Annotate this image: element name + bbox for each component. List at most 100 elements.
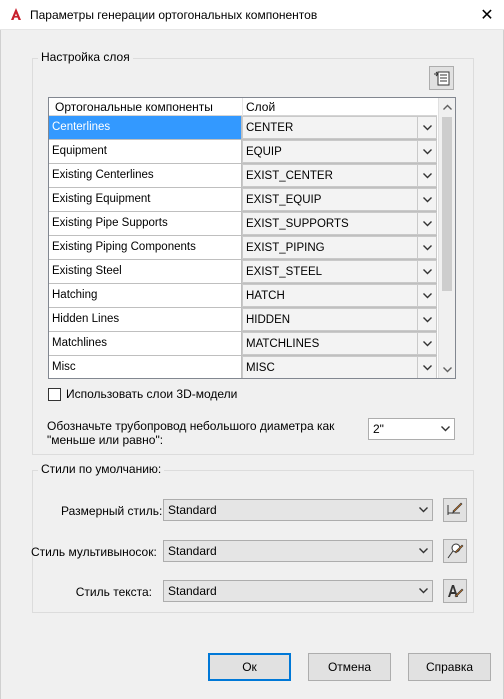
small-pipe-label-line1: Обозначьте трубопровод небольшого диамет…	[47, 419, 335, 433]
layer-value[interactable]: HIDDEN	[242, 308, 418, 331]
scroll-down-button[interactable]	[439, 361, 455, 378]
layer-select-cell[interactable]: EQUIP	[242, 140, 437, 164]
layer-dropdown-button[interactable]	[418, 188, 437, 211]
layer-dropdown-button[interactable]	[418, 356, 437, 378]
layer-dropdown-button[interactable]	[418, 308, 437, 331]
dialog-body: Настройка слоя Ортогональные компоненты …	[0, 30, 504, 699]
dimension-style-icon	[447, 502, 463, 515]
scroll-up-button[interactable]	[439, 98, 455, 115]
table-row[interactable]: Hatching HATCH	[49, 284, 437, 308]
component-name-cell[interactable]: Existing Piping Components	[49, 236, 242, 260]
component-name-cell[interactable]: Existing Equipment	[49, 188, 242, 212]
layer-select-cell[interactable]: MISC	[242, 356, 437, 378]
layer-dropdown-button[interactable]	[418, 164, 437, 187]
table-row[interactable]: Existing Equipment EXIST_EQUIP	[49, 188, 437, 212]
layer-select-cell[interactable]: EXIST_EQUIP	[242, 188, 437, 212]
help-button[interactable]: Справка	[408, 653, 491, 681]
layer-value[interactable]: MISC	[242, 356, 418, 378]
layer-dropdown-button[interactable]	[418, 236, 437, 259]
layer-select-cell[interactable]: EXIST_STEEL	[242, 260, 437, 284]
layer-value[interactable]: EXIST_SUPPORTS	[242, 212, 418, 235]
table-row[interactable]: Hidden Lines HIDDEN	[49, 308, 437, 332]
component-name-cell[interactable]: Equipment	[49, 140, 242, 164]
table-row[interactable]: Equipment EQUIP	[49, 140, 437, 164]
small-pipe-size-select[interactable]: 2"	[368, 418, 455, 440]
grid-scrollbar[interactable]	[438, 98, 455, 378]
dropdown-arrow	[414, 581, 432, 601]
table-row[interactable]: Matchlines MATCHLINES	[49, 332, 437, 356]
small-pipe-label-line2: "меньше или равно":	[47, 433, 164, 447]
table-row[interactable]: Centerlines CENTER	[49, 116, 437, 140]
layer-table-button[interactable]	[429, 66, 454, 90]
chevron-down-icon	[422, 148, 432, 154]
component-name-cell[interactable]: Existing Pipe Supports	[49, 212, 242, 236]
chevron-down-icon	[422, 244, 432, 250]
window-title: Параметры генерации ортогональных компон…	[30, 8, 318, 22]
layer-value[interactable]: EXIST_PIPING	[242, 236, 418, 259]
column-header-components[interactable]: Ортогональные компоненты	[55, 100, 213, 114]
mleader-style-value: Standard	[168, 544, 217, 558]
layer-select-cell[interactable]: EXIST_CENTER	[242, 164, 437, 188]
ok-button[interactable]: Ок	[208, 653, 291, 681]
layer-select-cell[interactable]: MATCHLINES	[242, 332, 437, 356]
dropdown-arrow	[436, 419, 454, 439]
component-name-cell[interactable]: Hatching	[49, 284, 242, 308]
chevron-down-icon	[440, 426, 450, 432]
layer-dropdown-button[interactable]	[418, 116, 437, 139]
text-style-manager-button[interactable]	[443, 579, 467, 603]
dim-style-label: Размерный стиль:	[61, 504, 163, 518]
component-name-cell[interactable]: Centerlines	[49, 116, 242, 140]
layer-dropdown-button[interactable]	[418, 260, 437, 283]
close-button[interactable]: ✕	[470, 0, 504, 30]
column-separator	[242, 98, 243, 116]
chevron-down-icon	[422, 220, 432, 226]
layer-value[interactable]: EXIST_EQUIP	[242, 188, 418, 211]
layer-select-cell[interactable]: EXIST_SUPPORTS	[242, 212, 437, 236]
scroll-thumb[interactable]	[442, 117, 452, 291]
layer-dropdown-button[interactable]	[418, 332, 437, 355]
layer-value[interactable]: CENTER	[242, 116, 418, 139]
table-row[interactable]: Misc MISC	[49, 356, 437, 378]
mleader-style-label: Стиль мультивыносок:	[31, 545, 157, 559]
component-name-cell[interactable]: Hidden Lines	[49, 308, 242, 332]
chevron-down-icon	[418, 507, 428, 513]
dim-style-select[interactable]: Standard	[163, 499, 433, 521]
text-style-select[interactable]: Standard	[163, 580, 433, 602]
layer-select-cell[interactable]: CENTER	[242, 116, 437, 140]
cancel-button[interactable]: Отмена	[308, 653, 391, 681]
layer-table-icon	[433, 71, 449, 86]
layer-value[interactable]: EXIST_CENTER	[242, 164, 418, 187]
chevron-down-icon	[418, 588, 428, 594]
layer-select-cell[interactable]: EXIST_PIPING	[242, 236, 437, 260]
table-row[interactable]: Existing Piping Components EXIST_PIPING	[49, 236, 437, 260]
layer-value[interactable]: MATCHLINES	[242, 332, 418, 355]
table-row[interactable]: Existing Pipe Supports EXIST_SUPPORTS	[49, 212, 437, 236]
small-pipe-size-value: 2"	[373, 422, 384, 436]
layer-dropdown-button[interactable]	[418, 284, 437, 307]
text-style-icon	[448, 585, 464, 598]
component-name-cell[interactable]: Matchlines	[49, 332, 242, 356]
layer-value[interactable]: EXIST_STEEL	[242, 260, 418, 283]
column-header-layer[interactable]: Слой	[246, 100, 275, 114]
layer-value[interactable]: HATCH	[242, 284, 418, 307]
mleader-style-select[interactable]: Standard	[163, 540, 433, 562]
component-name-cell[interactable]: Existing Centerlines	[49, 164, 242, 188]
dim-style-manager-button[interactable]	[443, 498, 467, 522]
layer-select-cell[interactable]: HIDDEN	[242, 308, 437, 332]
dim-style-value: Standard	[168, 503, 217, 517]
dropdown-arrow	[414, 500, 432, 520]
layer-select-cell[interactable]: HATCH	[242, 284, 437, 308]
table-row[interactable]: Existing Centerlines EXIST_CENTER	[49, 164, 437, 188]
layer-dropdown-button[interactable]	[418, 140, 437, 163]
component-name-cell[interactable]: Existing Steel	[49, 260, 242, 284]
component-name-cell[interactable]: Misc	[49, 356, 242, 378]
layer-grid: Ортогональные компоненты Слой Centerline…	[48, 97, 456, 379]
layer-dropdown-button[interactable]	[418, 212, 437, 235]
layer-value[interactable]: EQUIP	[242, 140, 418, 163]
text-style-value: Standard	[168, 584, 217, 598]
mleader-style-manager-button[interactable]	[443, 539, 467, 563]
table-row[interactable]: Existing Steel EXIST_STEEL	[49, 260, 437, 284]
dropdown-arrow	[414, 541, 432, 561]
multileader-style-icon	[447, 543, 464, 559]
use-3d-layers-checkbox[interactable]	[48, 388, 61, 401]
